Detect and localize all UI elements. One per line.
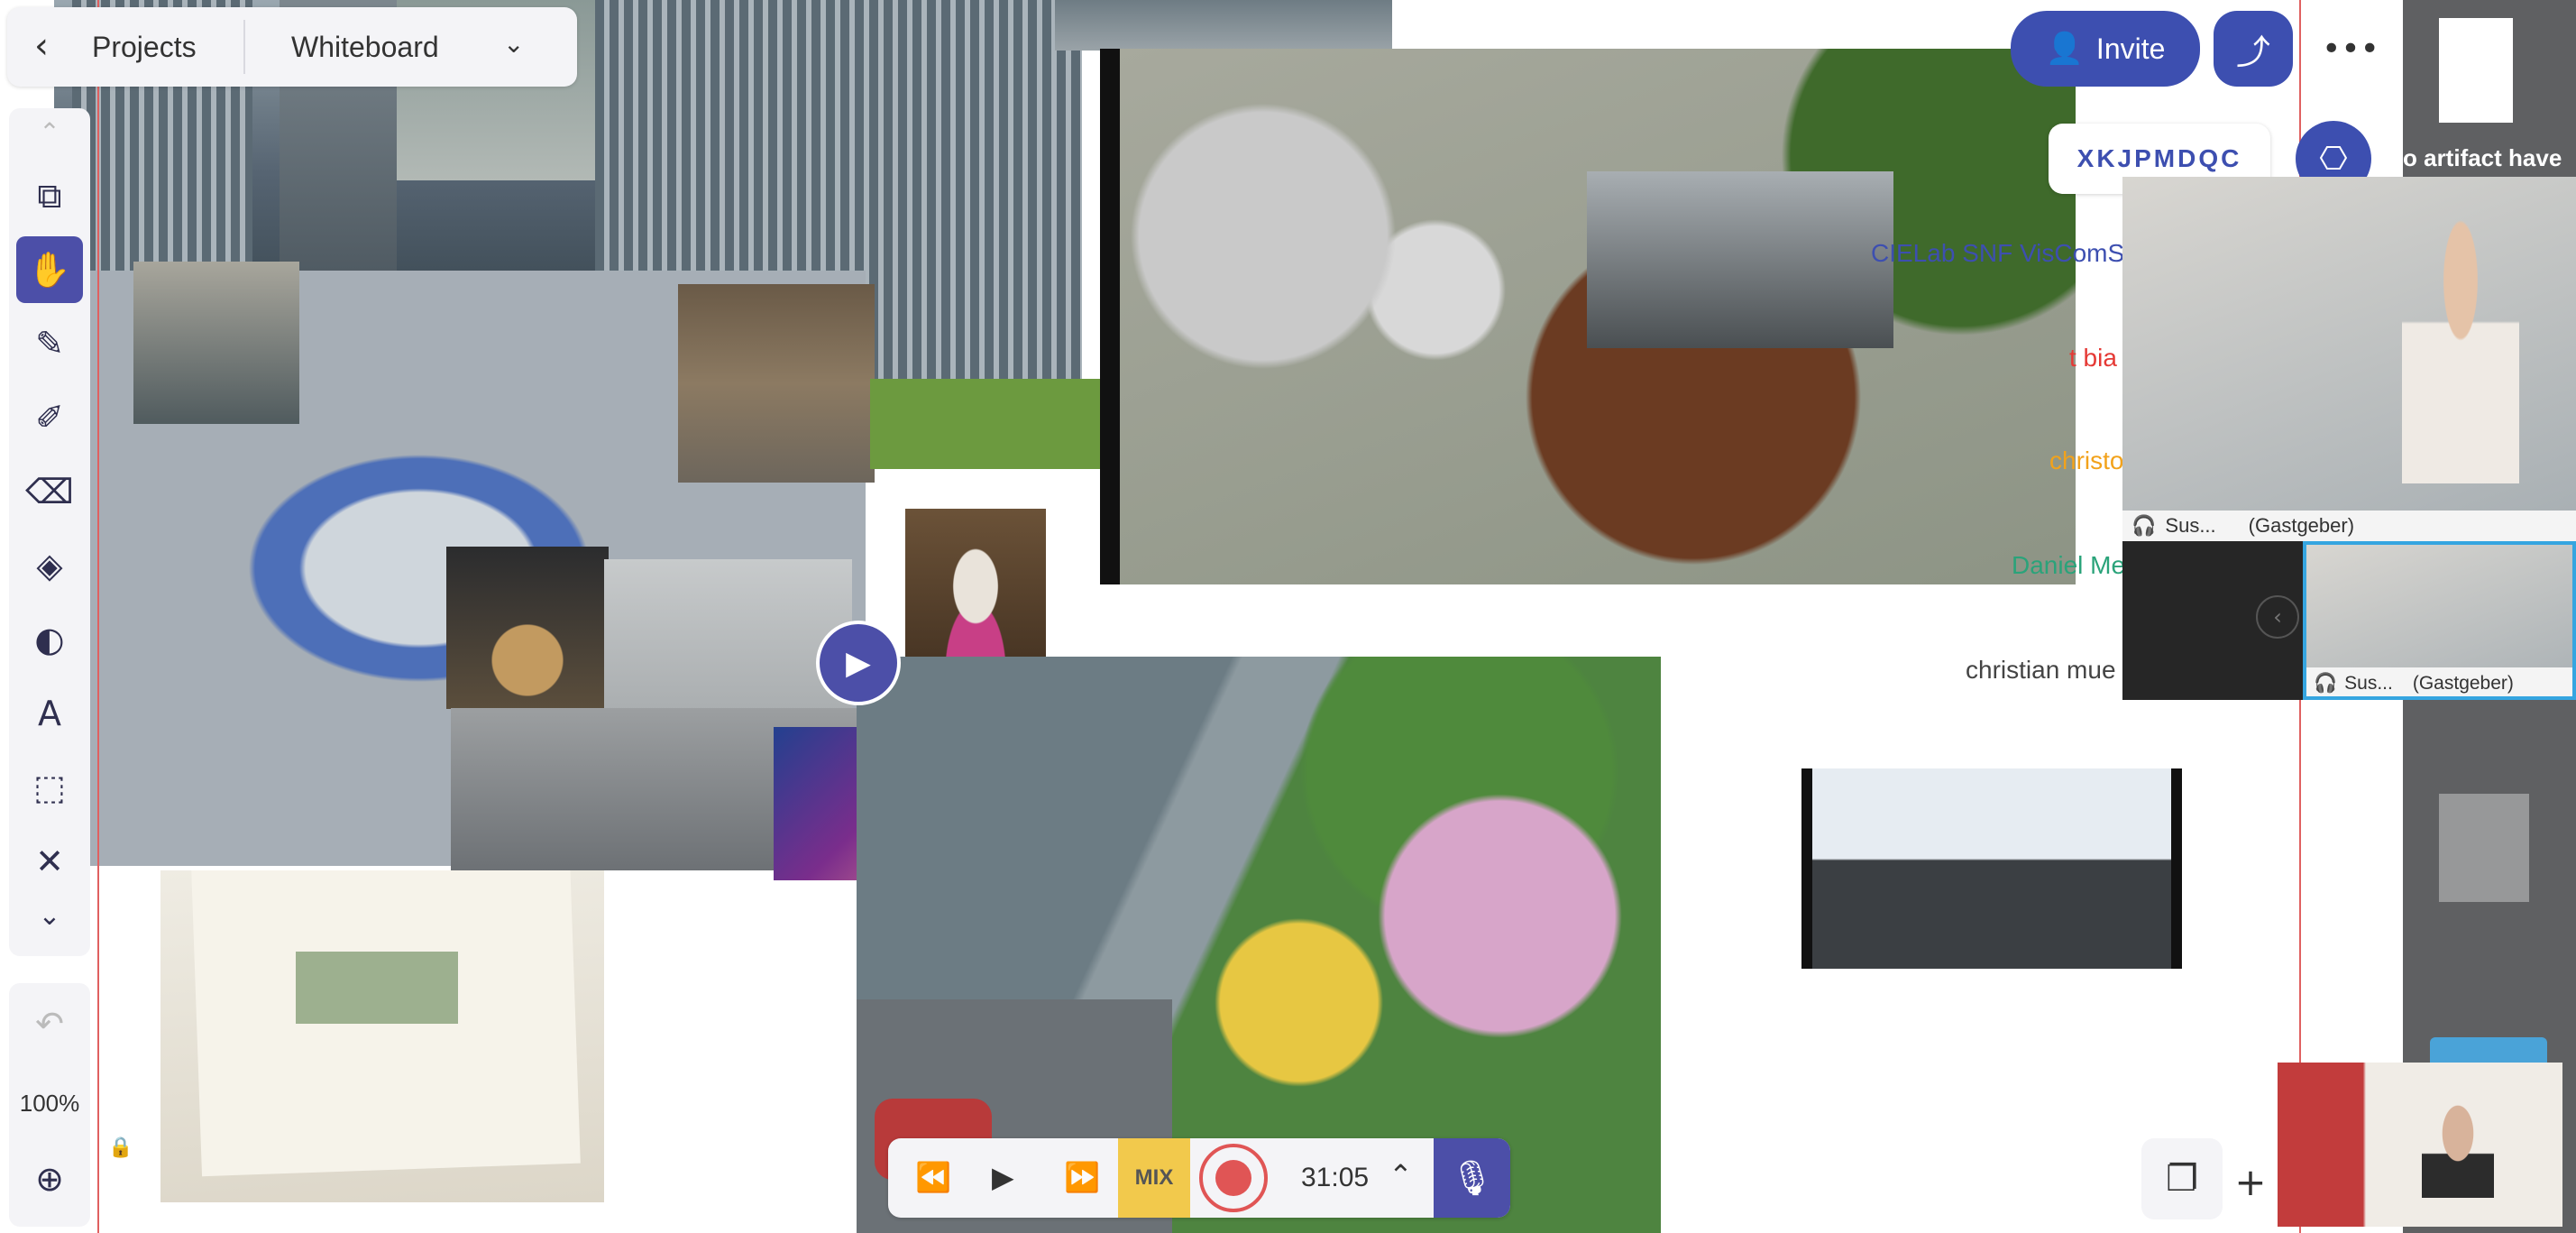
file-label: o artifact have [2403, 144, 2562, 171]
lock-icon[interactable]: 🔒 [108, 1136, 144, 1209]
invite-button[interactable]: 👤 Invite [2011, 11, 2200, 87]
fill-icon[interactable]: ◈ [16, 532, 83, 599]
empty-video-tile: ‹ [2122, 541, 2303, 700]
participant-label: christian mue [1966, 656, 2116, 684]
hand-icon[interactable]: ✋ [16, 236, 83, 303]
header-divider [243, 20, 245, 74]
document-thumbnail[interactable] [2439, 794, 2529, 902]
recorder-bar: ⏪ ▶ ⏩ MIX 31:05 ⌃ 🎙 [888, 1138, 1510, 1218]
close-icon[interactable]: ✕ [16, 828, 83, 895]
play-video-button[interactable]: ▶ [816, 621, 901, 705]
headset-icon: 🎧 [2314, 673, 2338, 694]
frame-boundary-line [97, 0, 99, 1233]
record-button[interactable] [1199, 1144, 1268, 1212]
duplicate-icon[interactable]: ⧉ [16, 162, 83, 229]
participant-label: Daniel Me [2012, 551, 2126, 579]
mix-button[interactable]: MIX [1118, 1138, 1190, 1218]
document-thumbnail[interactable] [2439, 18, 2513, 123]
chevron-left-icon[interactable]: ‹ [2256, 595, 2299, 639]
market-night-photo[interactable] [446, 547, 609, 709]
header-bar: ‹ Projects Whiteboard ⌄ [7, 7, 577, 87]
add-icon[interactable]: + [2223, 1146, 2278, 1218]
rewind-icon[interactable]: ⏪ [915, 1160, 951, 1194]
canvas-gap [1046, 584, 1542, 657]
participant-label: CIELab SNF VisComSto [1871, 239, 2146, 267]
fast-forward-icon[interactable]: ⏩ [1064, 1160, 1100, 1194]
marker-icon[interactable]: ✐ [16, 384, 83, 451]
zoom-in-icon[interactable]: ⊕ [16, 1146, 83, 1212]
board-name[interactable]: Whiteboard [291, 31, 439, 64]
recording-time: 31:05 [1301, 1163, 1370, 1192]
event-gathering-photo[interactable] [1587, 171, 1893, 348]
zoom-panel: ↶ 100% ⊕ [9, 983, 90, 1227]
pencil-icon[interactable]: ✎ [16, 310, 83, 377]
add-user-icon: 👤 [2045, 31, 2084, 67]
traffic-photo[interactable] [133, 262, 299, 424]
record-icon [1215, 1160, 1251, 1196]
building-strip-photo[interactable] [1055, 0, 1392, 51]
newspaper-photo[interactable] [160, 870, 604, 1202]
undo-icon[interactable]: ↶ [16, 990, 83, 1057]
video-caption: 🎧 Sus... (Gastgeber) [2122, 511, 2576, 541]
text-icon[interactable]: A [16, 680, 83, 747]
microphone-muted-icon[interactable]: 🎙 [1434, 1138, 1510, 1218]
self-video-feed[interactable] [2278, 1063, 2562, 1227]
second-video-feed[interactable]: 🎧 Sus... (Gastgeber) [2303, 541, 2576, 700]
chevron-down-icon[interactable]: ⌄ [503, 29, 524, 59]
tool-palette: ⌃ ⧉ ✋ ✎ ✐ ⌫ ◈ ◐ A ⬚ ✕ ⌄ [9, 108, 90, 956]
headset-icon: 🎧 [2131, 514, 2157, 537]
video-caption: 🎧 Sus... (Gastgeber) [2306, 667, 2572, 696]
participant-label: christo [2049, 446, 2124, 474]
forest-path-photo[interactable] [678, 284, 875, 483]
chevron-up-icon[interactable]: ⌃ [16, 114, 83, 150]
zoom-level[interactable]: 100% [9, 1090, 90, 1118]
shapes-icon[interactable]: ◐ [16, 606, 83, 673]
campus-photo[interactable] [1801, 768, 2182, 969]
chevron-up-icon[interactable]: ⌃ [1389, 1158, 1413, 1192]
participant-label: t bia [2069, 344, 2117, 372]
play-icon[interactable]: ▶ [992, 1160, 1014, 1194]
eraser-icon[interactable]: ⌫ [16, 458, 83, 525]
main-video-feed[interactable] [2122, 177, 2576, 511]
windows-icon[interactable]: ❐ [2141, 1138, 2223, 1219]
more-options-button[interactable]: ••• [2313, 11, 2388, 87]
back-arrow-icon[interactable]: ‹ [34, 25, 49, 67]
share-button[interactable]: ⤴ [2214, 11, 2293, 87]
trees-strip-photo[interactable] [870, 379, 1118, 469]
selection-icon[interactable]: ⬚ [16, 754, 83, 821]
chevron-down-icon[interactable]: ⌄ [16, 893, 83, 938]
back-to-projects-link[interactable]: Projects [92, 31, 197, 64]
